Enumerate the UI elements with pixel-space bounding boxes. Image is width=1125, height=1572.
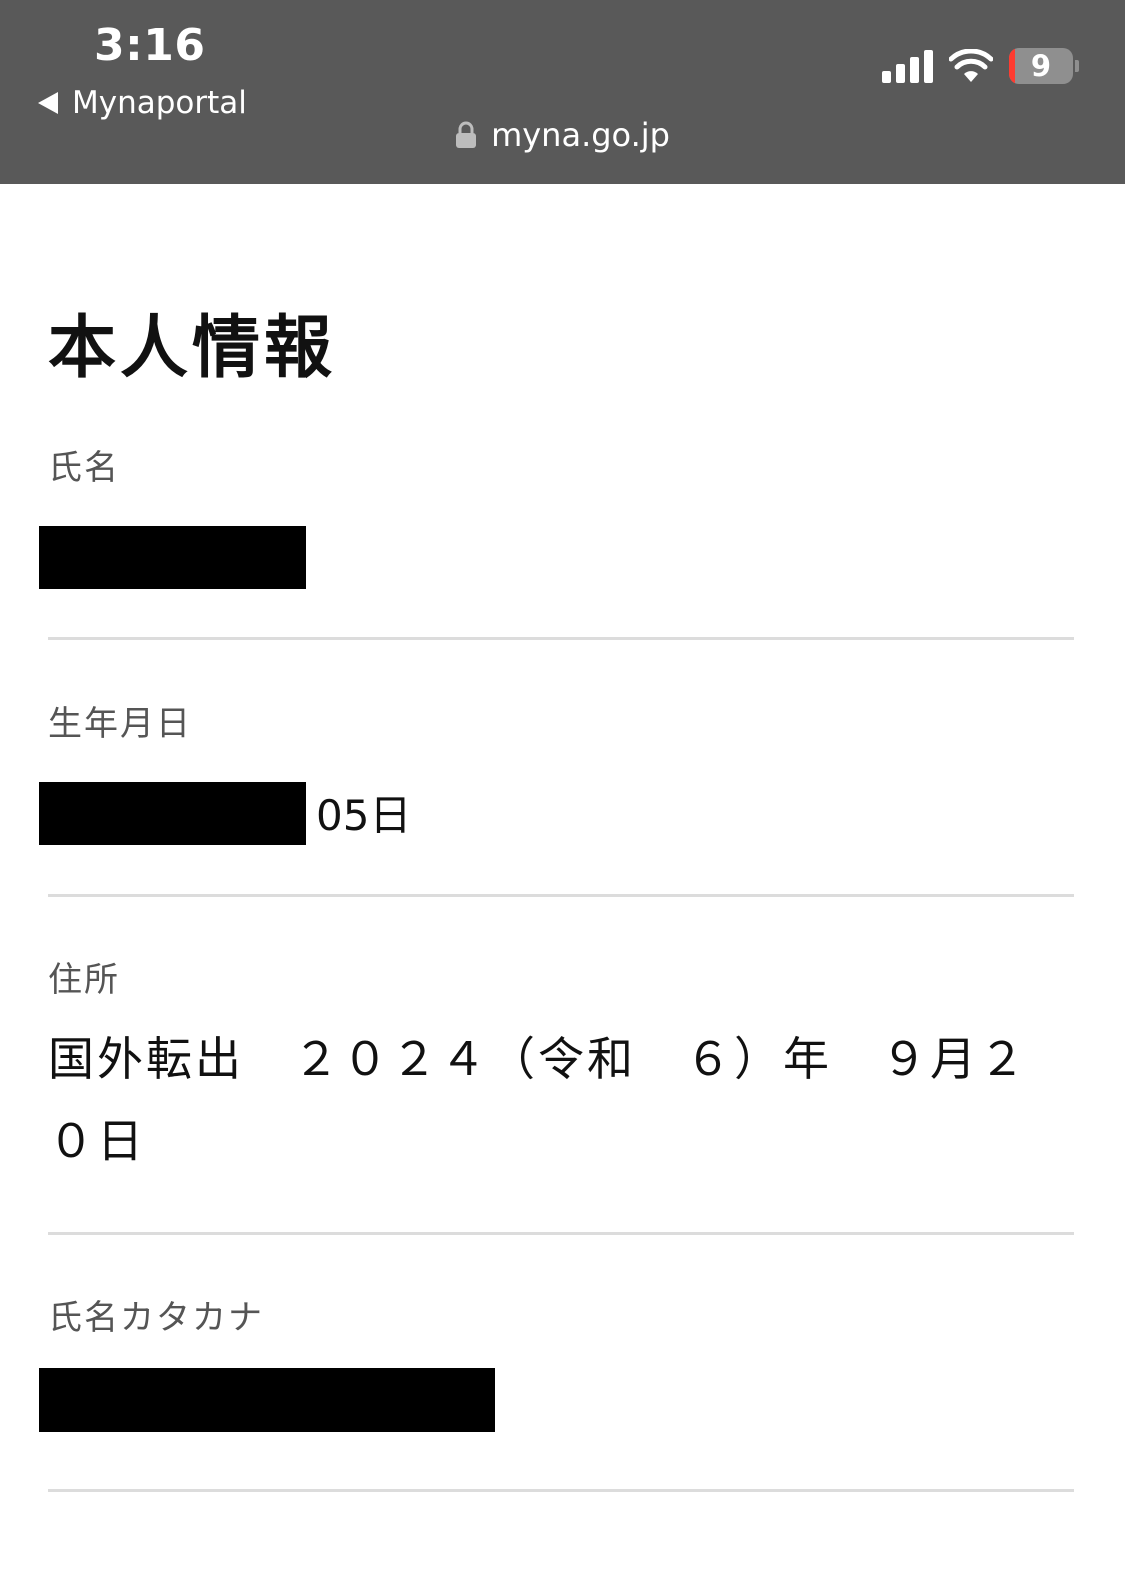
battery-icon: 9 bbox=[1009, 48, 1073, 84]
field-label-name-katakana: 氏名カタカナ bbox=[48, 1298, 264, 1338]
battery-cap bbox=[1075, 60, 1079, 72]
wifi-icon bbox=[949, 49, 993, 82]
battery-level: 9 bbox=[1030, 49, 1052, 83]
status-icons: 9 bbox=[882, 48, 1079, 84]
redacted-name-katakana bbox=[39, 1368, 495, 1432]
back-arrow-icon bbox=[38, 92, 58, 114]
status-bar: 3:16 Mynaportal 9 myna.go.jp bbox=[0, 0, 1125, 184]
page-title: 本人情報 bbox=[48, 309, 337, 388]
field-label-name: 氏名 bbox=[48, 448, 120, 488]
cellular-signal-icon bbox=[882, 49, 933, 83]
status-time: 3:16 bbox=[94, 20, 206, 71]
field-label-birthdate: 生年月日 bbox=[48, 704, 192, 744]
url-text: myna.go.jp bbox=[491, 116, 670, 154]
divider bbox=[48, 637, 1074, 640]
divider bbox=[48, 1232, 1074, 1235]
redacted-name bbox=[39, 526, 306, 589]
lock-icon bbox=[456, 121, 477, 148]
field-label-address: 住所 bbox=[48, 960, 120, 1000]
birthdate-visible-suffix: 05日 bbox=[316, 791, 412, 840]
address-bar[interactable]: myna.go.jp bbox=[0, 116, 1125, 154]
divider bbox=[48, 1489, 1074, 1492]
divider bbox=[48, 894, 1074, 897]
address-value: 国外転出 ２０２４（令和 ６）年 ９月２０日 bbox=[48, 1032, 1028, 1168]
redacted-birthdate bbox=[39, 782, 306, 845]
